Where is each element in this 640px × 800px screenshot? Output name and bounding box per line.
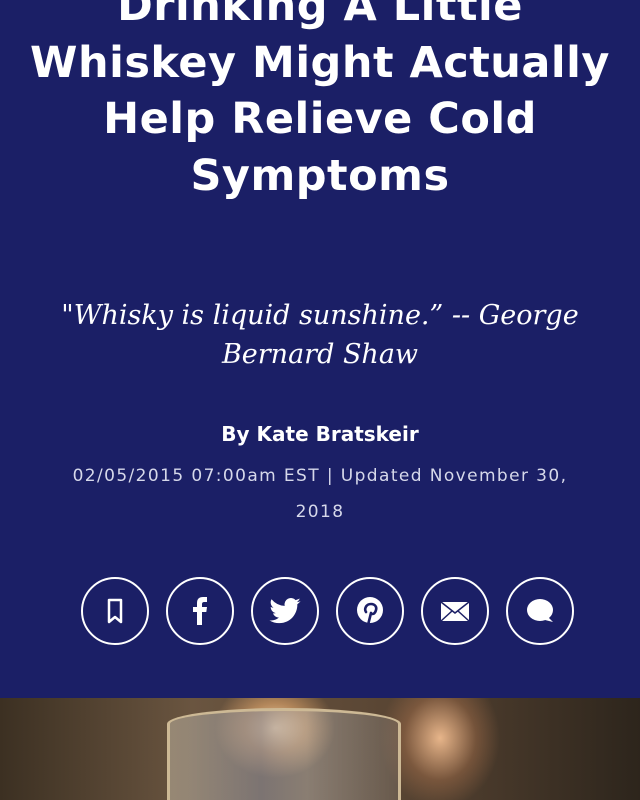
email-share-button[interactable] [421, 577, 489, 645]
article-subtitle-quote: "Whisky is liquid sunshine.” -- George B… [61, 300, 579, 370]
bookmark-button[interactable] [81, 577, 149, 645]
share-bar [81, 577, 574, 645]
facebook-share-button[interactable] [166, 577, 234, 645]
article-title: Drinking A Little Whiskey Might Actually… [30, 0, 610, 201]
email-icon [440, 601, 470, 622]
comments-button[interactable] [506, 577, 574, 645]
author-byline[interactable]: By Kate Bratskeir [0, 422, 640, 446]
facebook-icon [193, 597, 207, 625]
publish-date: 02/05/2015 07:00am EST | Updated Novembe… [72, 466, 568, 522]
pinterest-icon [357, 597, 383, 627]
twitter-icon [269, 598, 301, 624]
twitter-share-button[interactable] [251, 577, 319, 645]
hero-image-whiskey-glass [0, 698, 640, 800]
pinterest-share-button[interactable] [336, 577, 404, 645]
comment-icon [527, 599, 553, 622]
glass-shape [167, 708, 401, 800]
bookmark-icon [107, 598, 123, 624]
